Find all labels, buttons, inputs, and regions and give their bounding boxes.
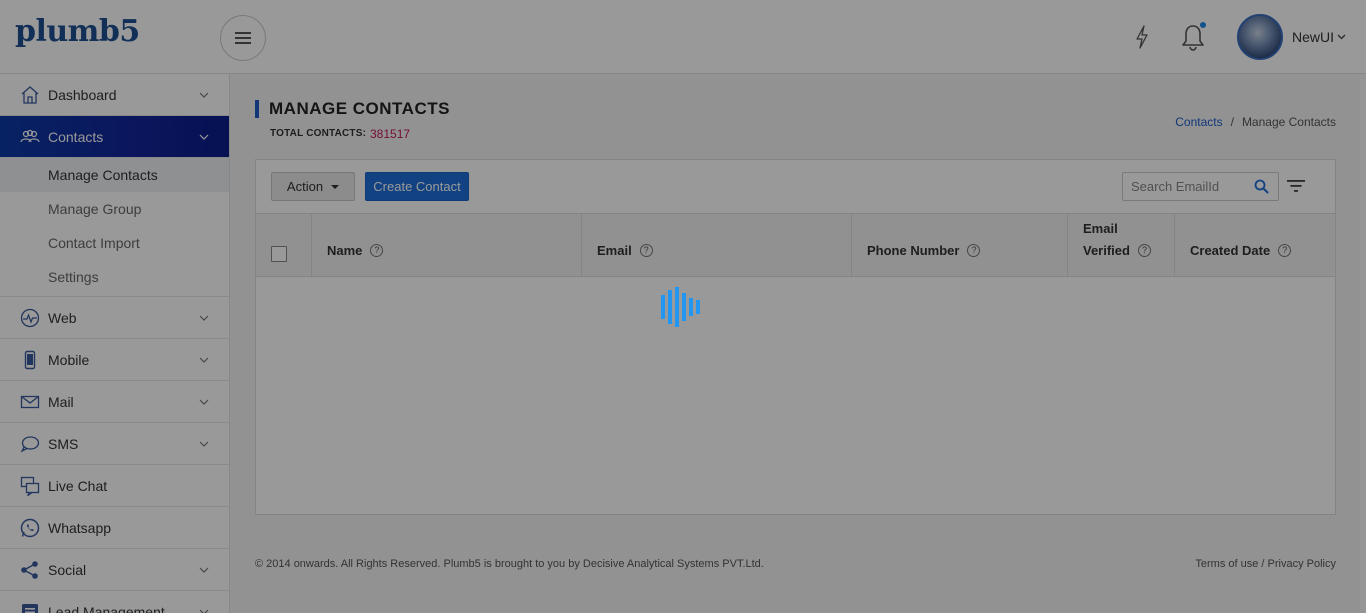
sidebar-item-contacts[interactable]: Contacts xyxy=(0,116,229,158)
sms-icon xyxy=(20,436,40,453)
help-icon[interactable]: ? xyxy=(1278,244,1292,258)
chevron-down-icon xyxy=(199,357,209,363)
livechat-icon xyxy=(20,476,40,496)
home-icon xyxy=(21,86,39,104)
lightning-icon[interactable] xyxy=(1132,24,1152,50)
column-label: Name xyxy=(327,243,363,258)
chevron-down-icon xyxy=(199,315,209,321)
sidebar: Dashboard Contacts Manage Contacts Manag… xyxy=(0,74,230,613)
search-box xyxy=(1122,172,1279,201)
chevron-down-icon xyxy=(199,609,209,613)
privacy-link[interactable]: Privacy Policy xyxy=(1268,558,1336,570)
breadcrumb-separator: / xyxy=(1230,115,1234,129)
search-icon[interactable] xyxy=(1254,179,1269,194)
title-accent-bar xyxy=(255,100,259,118)
whatsapp-icon xyxy=(20,518,40,538)
column-label: Created Date xyxy=(1190,243,1271,258)
top-header: plumb5 NewUI xyxy=(0,0,1366,74)
web-icon xyxy=(20,308,40,328)
contacts-icon xyxy=(20,129,40,143)
mail-icon xyxy=(20,395,40,409)
help-icon[interactable]: ? xyxy=(1137,244,1151,258)
breadcrumb-contacts-link[interactable]: Contacts xyxy=(1175,115,1222,129)
brand-logo[interactable]: plumb5 xyxy=(15,14,140,49)
sidebar-item-label: Contacts xyxy=(48,128,104,145)
sidebar-item-whatsapp[interactable]: Whatsapp xyxy=(0,507,229,549)
sidebar-item-label: Social xyxy=(48,561,87,578)
chevron-down-icon xyxy=(1337,34,1346,40)
loading-spinner-icon xyxy=(661,287,700,327)
column-email-verified[interactable]: Email Verified? xyxy=(1068,214,1175,276)
sidebar-item-label: Mobile xyxy=(48,351,90,368)
chevron-down-icon xyxy=(199,567,209,573)
page-title: MANAGE CONTACTS xyxy=(269,99,450,118)
sidebar-item-web[interactable]: Web xyxy=(0,297,229,339)
menu-toggle-button[interactable] xyxy=(220,15,266,61)
column-label: Phone Number xyxy=(867,243,960,258)
footer-separator: / xyxy=(1261,558,1265,570)
mobile-icon xyxy=(24,350,36,370)
sidebar-item-live-chat[interactable]: Live Chat xyxy=(0,465,229,507)
hamburger-icon xyxy=(235,32,251,44)
help-icon[interactable]: ? xyxy=(967,244,981,258)
total-contacts-value: 381517 xyxy=(370,127,411,141)
contacts-card: Action Create Contact Name? Email? Phone… xyxy=(255,159,1336,515)
submenu-manage-group[interactable]: Manage Group xyxy=(0,192,229,226)
column-label-line2: Verified xyxy=(1083,243,1130,258)
sidebar-item-social[interactable]: Social xyxy=(0,549,229,591)
select-all-checkbox[interactable] xyxy=(271,246,287,262)
column-email[interactable]: Email? xyxy=(582,214,852,276)
sidebar-item-label: Web xyxy=(48,309,77,326)
sidebar-item-mail[interactable]: Mail xyxy=(0,381,229,423)
column-phone-number[interactable]: Phone Number? xyxy=(852,214,1068,276)
sidebar-item-label: Dashboard xyxy=(48,86,117,103)
chevron-down-icon xyxy=(199,441,209,447)
contacts-submenu: Manage Contacts Manage Group Contact Imp… xyxy=(0,158,229,297)
caret-down-icon xyxy=(331,184,340,189)
help-icon[interactable]: ? xyxy=(639,244,653,258)
create-contact-button[interactable]: Create Contact xyxy=(365,172,469,201)
lead-icon xyxy=(22,604,38,613)
breadcrumb: Contacts / Manage Contacts xyxy=(1175,115,1336,129)
sidebar-item-sms[interactable]: SMS xyxy=(0,423,229,465)
sidebar-item-label: Lead Management xyxy=(48,603,165,613)
footer-copyright: © 2014 onwards. All Rights Reserved. Plu… xyxy=(255,558,764,570)
sidebar-item-label: Live Chat xyxy=(48,477,108,494)
sidebar-item-lead-management[interactable]: Lead Management xyxy=(0,591,229,613)
column-label: Email xyxy=(597,243,632,258)
footer-links: Terms of use / Privacy Policy xyxy=(1195,558,1336,570)
column-label-line1: Email xyxy=(1083,221,1118,236)
avatar[interactable] xyxy=(1237,14,1283,60)
filter-icon[interactable] xyxy=(1286,178,1306,194)
help-icon[interactable]: ? xyxy=(370,244,384,258)
sidebar-item-mobile[interactable]: Mobile xyxy=(0,339,229,381)
submenu-settings[interactable]: Settings xyxy=(0,260,229,294)
submenu-manage-contacts[interactable]: Manage Contacts xyxy=(0,158,229,192)
chevron-down-icon xyxy=(199,92,209,98)
notification-dot xyxy=(1200,22,1206,28)
column-created-date[interactable]: Created Date? xyxy=(1175,214,1335,276)
select-all-column xyxy=(256,214,312,276)
user-name-label: NewUI xyxy=(1292,29,1335,45)
action-button-label: Action xyxy=(286,179,324,194)
chevron-down-icon xyxy=(199,399,209,405)
table-header: Name? Email? Phone Number? Email Verified… xyxy=(256,213,1335,277)
sidebar-item-label: Whatsapp xyxy=(48,519,112,536)
share-icon xyxy=(21,561,38,579)
column-name[interactable]: Name? xyxy=(312,214,582,276)
sidebar-item-label: Mail xyxy=(48,393,74,410)
user-menu[interactable]: NewUI xyxy=(1292,29,1346,45)
sidebar-item-label: SMS xyxy=(48,435,79,452)
submenu-contact-import[interactable]: Contact Import xyxy=(0,226,229,260)
sidebar-item-dashboard[interactable]: Dashboard xyxy=(0,74,229,116)
chevron-down-icon xyxy=(199,134,209,140)
total-contacts-label: TOTAL CONTACTS: xyxy=(270,128,367,139)
action-dropdown-button[interactable]: Action xyxy=(271,172,355,201)
page-scrollbar[interactable] xyxy=(1360,74,1366,613)
terms-link[interactable]: Terms of use xyxy=(1195,558,1258,570)
breadcrumb-current: Manage Contacts xyxy=(1241,115,1336,129)
search-input[interactable] xyxy=(1123,173,1248,200)
